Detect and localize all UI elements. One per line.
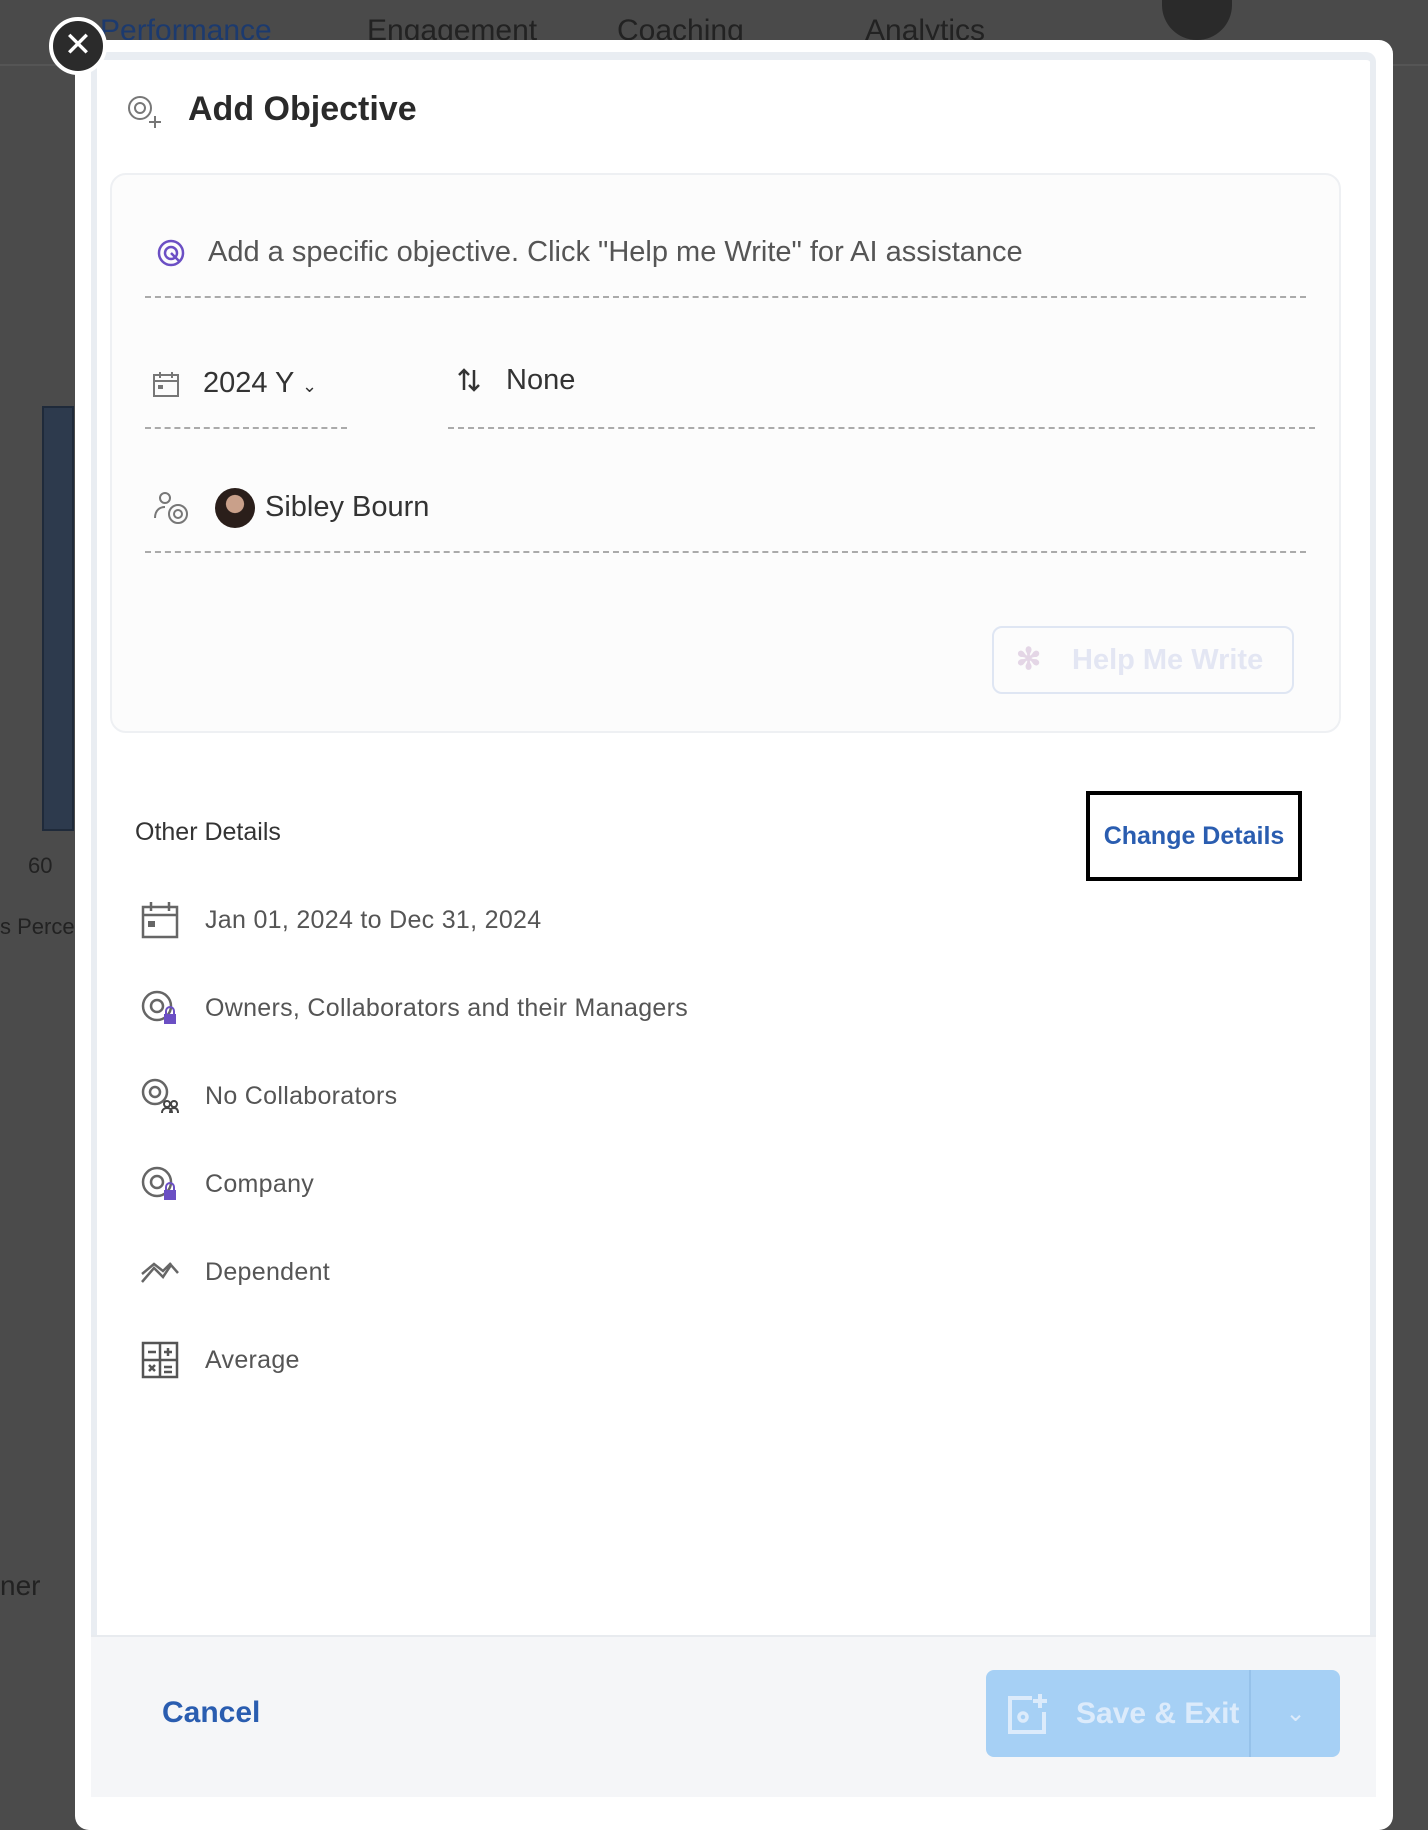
- save-exit-label: Save & Exit: [1076, 1696, 1240, 1730]
- background-chart-bar: [42, 406, 74, 831]
- sort-arrows-icon: [458, 368, 480, 392]
- detail-text: Average: [205, 1345, 300, 1374]
- objective-input[interactable]: Add a specific objective. Click "Help me…: [208, 236, 1023, 269]
- target-people-icon: [141, 1078, 179, 1114]
- detail-visibility: Owners, Collaborators and their Managers: [140, 986, 688, 1030]
- chevron-down-icon: ⌄: [301, 376, 318, 396]
- detail-company: Company: [140, 1162, 314, 1206]
- divider: [145, 427, 347, 429]
- calendar-icon: [141, 902, 179, 939]
- background-text: ner: [0, 1570, 41, 1601]
- target-lock-icon: [141, 1166, 176, 1200]
- add-objective-icon: [1008, 1693, 1047, 1734]
- owner-icon: [154, 492, 188, 524]
- calculator-icon: [141, 1341, 179, 1379]
- save-exit-button-group: Save & Exit ⌄: [986, 1670, 1340, 1757]
- detail-text: Company: [205, 1169, 315, 1198]
- save-exit-button[interactable]: Save & Exit: [986, 1670, 1251, 1757]
- target-lock-icon: [141, 990, 176, 1024]
- detail-date-range: Jan 01, 2024 to Dec 31, 2024: [140, 898, 541, 942]
- detail-calculation: Average: [140, 1338, 300, 1382]
- help-me-write-button[interactable]: ✻ Help Me Write: [992, 626, 1294, 694]
- ai-sparkle-icon: ✻: [1016, 643, 1042, 676]
- target-add-icon: [128, 96, 161, 128]
- period-value: 2024 Y: [203, 367, 294, 399]
- help-me-write-label: Help Me Write: [1072, 644, 1264, 676]
- cancel-button[interactable]: Cancel: [162, 1696, 260, 1730]
- divider: [448, 427, 1315, 429]
- target-icon: [157, 239, 185, 267]
- detail-progress-type: Dependent: [140, 1250, 330, 1294]
- user-avatar: [1162, 0, 1232, 40]
- modal-title: Add Objective: [188, 90, 417, 128]
- owner-avatar: [215, 488, 255, 528]
- chevron-down-icon: ⌄: [1285, 1700, 1306, 1727]
- divider: [145, 296, 1306, 298]
- detail-collaborators: No Collaborators: [140, 1074, 397, 1118]
- period-select[interactable]: 2024 Y ⌄: [203, 367, 317, 400]
- detail-text: Dependent: [205, 1257, 331, 1286]
- owner-name[interactable]: Sibley Bourn: [265, 491, 429, 524]
- detail-text: No Collaborators: [205, 1081, 398, 1110]
- change-details-button[interactable]: Change Details: [1086, 791, 1302, 881]
- other-details-label: Other Details: [135, 818, 281, 846]
- background-axis-label: s Perce: [0, 914, 75, 939]
- detail-text: Owners, Collaborators and their Managers: [205, 993, 689, 1022]
- close-icon[interactable]: ✕: [49, 17, 107, 75]
- detail-text: Jan 01, 2024 to Dec 31, 2024: [205, 905, 542, 934]
- calendar-icon: [153, 372, 179, 397]
- trend-icon: [141, 1262, 179, 1283]
- divider: [145, 551, 1306, 553]
- alignment-select[interactable]: None: [506, 364, 575, 397]
- background-tick: 60: [28, 853, 53, 878]
- save-options-dropdown[interactable]: ⌄: [1251, 1670, 1340, 1757]
